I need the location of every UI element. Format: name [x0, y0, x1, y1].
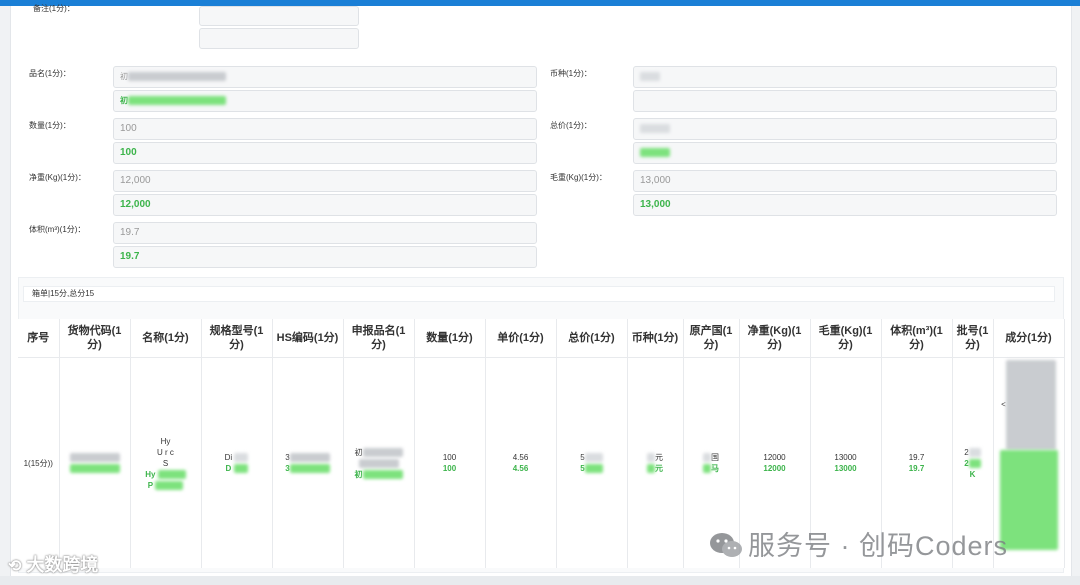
col-header: 数量(1分) — [414, 319, 486, 358]
total-label: 总价(1分)： — [550, 121, 592, 130]
total-field-extracted[interactable] — [633, 142, 1057, 164]
cell-quantity: 100 100 — [414, 357, 486, 568]
currency-field-original[interactable] — [633, 66, 1057, 88]
col-header: 体积(m³)(1分) — [881, 319, 953, 358]
net-weight-label: 净重(Kg)(1分)： — [29, 173, 86, 182]
volume-field-original[interactable]: 19.7 — [113, 222, 537, 244]
col-header: 名称(1分) — [130, 319, 202, 358]
remark-label: 备注(1分)： — [33, 4, 75, 13]
qty-label: 数量(1分)： — [29, 121, 71, 130]
col-header: 原产国(1分) — [683, 319, 740, 358]
currency-field-extracted[interactable] — [633, 90, 1057, 112]
volume-label: 体积(m³)(1分)： — [29, 225, 86, 234]
col-header: 货物代码(1分) — [59, 319, 131, 358]
cell-declared-name: 初初 — [343, 357, 415, 568]
volume-field-extracted[interactable]: 19.7 — [113, 246, 537, 268]
wechat-icon — [710, 533, 742, 557]
cell-total: 55 — [556, 357, 628, 568]
col-header: 币种(1分) — [627, 319, 684, 358]
currency-label: 币种(1分)： — [550, 69, 592, 78]
net-weight-field-original[interactable]: 12,000 — [113, 170, 537, 192]
brand-watermark: ⟲ 大数跨境 — [8, 555, 99, 575]
brand-logo-icon: ⟲ — [8, 558, 22, 575]
gross-weight-label: 毛重(Kg)(1分)： — [550, 173, 607, 182]
col-header: 单价(1分) — [485, 319, 557, 358]
col-header: 序号 — [18, 319, 60, 358]
total-field-original[interactable] — [633, 118, 1057, 140]
qty-field-original[interactable]: 100 — [113, 118, 537, 140]
cell-name: Hy U r c S Hy P — [130, 357, 202, 568]
cell-seq: 1(15分)) — [18, 357, 60, 568]
col-header: HS编码(1分) — [272, 319, 344, 358]
col-header: 成分(1分) — [993, 319, 1065, 358]
cell-goods-code — [59, 357, 131, 568]
col-header: 批号(1分) — [952, 319, 994, 358]
cell-currency: 元元 — [627, 357, 684, 568]
gross-weight-field-original[interactable]: 13,000 — [633, 170, 1057, 192]
packing-list-summary: 箱单|15分,总分15 — [23, 286, 1055, 302]
name-field-original[interactable]: 初 — [113, 66, 537, 88]
review-panel: 备注(1分)： 品名(1分)： 初 初 币种(1分)： 数量(1分)： 100 … — [10, 4, 1072, 576]
wechat-watermark: 服务号 · 创码Coders — [708, 524, 1008, 563]
cell-hs-code: 33 — [272, 357, 344, 568]
gross-weight-field-extracted[interactable]: 13,000 — [633, 194, 1057, 216]
bottom-strip — [0, 576, 1080, 585]
qty-field-extracted[interactable]: 100 — [113, 142, 537, 164]
col-header: 申报品名(1分) — [343, 319, 415, 358]
col-header: 毛重(Kg)(1分) — [810, 319, 882, 358]
col-header: 总价(1分) — [556, 319, 628, 358]
col-header: 净重(Kg)(1分) — [739, 319, 811, 358]
name-label: 品名(1分)： — [29, 69, 71, 78]
name-field-extracted[interactable]: 初 — [113, 90, 537, 112]
table-header-row: 序号 货物代码(1分) 名称(1分) 规格型号(1分) HS编码(1分) 申报品… — [18, 319, 1065, 358]
cell-spec: Di D — [201, 357, 273, 568]
cell-unit-price: 4.56 4.56 — [485, 357, 557, 568]
net-weight-field-extracted[interactable]: 12,000 — [113, 194, 537, 216]
col-header: 规格型号(1分) — [201, 319, 273, 358]
remark-field-original[interactable] — [199, 6, 359, 26]
remark-field-extracted[interactable] — [199, 28, 359, 49]
